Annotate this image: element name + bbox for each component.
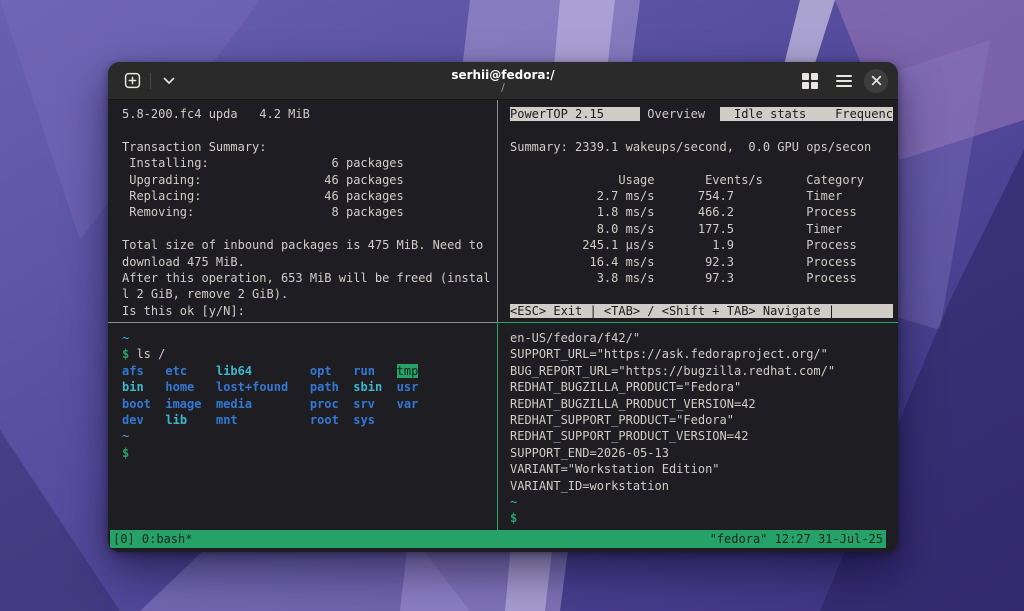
terminal-line: download 475 MiB. [122, 254, 498, 270]
terminal-line: REDHAT_SUPPORT_PRODUCT_VERSION=42 [510, 428, 893, 444]
terminal-window: serhii@fedora:/ / 5.8-200.fc4 upda 4.2 M… [108, 62, 898, 552]
terminal-line: Total size of inbound packages is 475 Mi… [122, 237, 498, 253]
terminal-line: 1.8 ms/s 466.2 Process [510, 204, 893, 220]
terminal-line: 245.1 µs/s 1.9 Process [510, 237, 893, 253]
terminal-line: $ [510, 510, 893, 526]
terminal-line [122, 221, 498, 237]
terminal-line: Replacing: 46 packages [122, 188, 498, 204]
terminal-line: VARIANT_ID=workstation [510, 478, 893, 494]
terminal-line: boot image media proc srv var [122, 396, 498, 412]
chevron-down-icon [163, 77, 175, 85]
terminal-line: Upgrading: 46 packages [122, 172, 498, 188]
terminal-line: Usage Events/s Category [510, 172, 893, 188]
tmux-status-bar: [0] 0:bash* "fedora" 12:27 31-Jul-25 [110, 530, 886, 548]
terminal-line: $ ls / [122, 346, 498, 362]
pane-ls-root[interactable]: ~$ ls /afs etc lib64 opt run tmpbin home… [122, 330, 498, 528]
pane-powertop[interactable]: PowerTOP 2.15 Overview Idle stats Freque… [510, 106, 893, 322]
tab-list-button[interactable] [155, 67, 183, 95]
terminal-line: Is this ok [y/N]: [122, 303, 498, 319]
hamburger-icon [836, 75, 852, 87]
terminal-line: en-US/fedora/f42/" [510, 330, 893, 346]
new-tab-button[interactable] [118, 67, 146, 95]
terminal-line: l 2 GiB, remove 2 GiB). [122, 286, 498, 302]
terminal-line: BUG_REPORT_URL="https://bugzilla.redhat.… [510, 363, 893, 379]
terminal-line [510, 286, 893, 302]
terminal-line: <ESC> Exit | <TAB> / <Shift + TAB> Navig… [510, 303, 893, 319]
terminal-line: Removing: 8 packages [122, 204, 498, 220]
terminal-line [122, 122, 498, 138]
terminal-line: ~ [510, 494, 893, 510]
terminal-line: ~ [122, 330, 498, 346]
pane-divider-vertical-inactive[interactable] [497, 100, 498, 322]
terminal-line: afs etc lib64 opt run tmp [122, 363, 498, 379]
pane-os-release[interactable]: en-US/fedora/f42/"SUPPORT_URL="https://a… [510, 330, 893, 528]
titlebar: serhii@fedora:/ / [108, 62, 898, 100]
tab-overview-button[interactable] [796, 67, 824, 95]
status-area: [0] 0:bash* "fedora" 12:27 31-Jul-25 [108, 530, 898, 552]
terminal-line: Transaction Summary: [122, 139, 498, 155]
pane-dnf-transaction[interactable]: 5.8-200.fc4 upda 4.2 MiB Transaction Summ… [122, 106, 498, 322]
plus-square-icon [124, 72, 141, 89]
terminal-line: REDHAT_SUPPORT_PRODUCT="Fedora" [510, 412, 893, 428]
tmux-status-right: "fedora" 12:27 31-Jul-25 [710, 530, 883, 548]
close-button[interactable] [864, 69, 888, 93]
terminal-line [510, 122, 893, 138]
terminal-line: $ [122, 445, 498, 461]
terminal-line: 16.4 ms/s 92.3 Process [510, 254, 893, 270]
tmux-window-list[interactable]: [0] 0:bash* [113, 530, 192, 548]
terminal-line: After this operation, 653 MiB will be fr… [122, 270, 498, 286]
titlebar-separator [150, 73, 151, 89]
close-x-icon [871, 75, 882, 86]
terminal-line: 5.8-200.fc4 upda 4.2 MiB [122, 106, 498, 122]
terminal-line: dev lib mnt root sys [122, 412, 498, 428]
pane-divider-horizontal-active[interactable] [498, 322, 898, 323]
grid-icon [802, 73, 818, 89]
window-title: serhii@fedora:/ [451, 68, 554, 82]
window-title-block: serhii@fedora:/ / [108, 62, 898, 99]
terminal-content: 5.8-200.fc4 upda 4.2 MiB Transaction Summ… [108, 100, 898, 530]
pane-divider-vertical-active[interactable] [497, 322, 498, 530]
window-subtitle: / [501, 82, 505, 94]
main-menu-button[interactable] [830, 67, 858, 95]
terminal-line: 8.0 ms/s 177.5 Timer [510, 221, 893, 237]
terminal-line: VARIANT="Workstation Edition" [510, 461, 893, 477]
terminal-line: 3.8 ms/s 97.3 Process [510, 270, 893, 286]
pane-divider-horizontal-inactive[interactable] [108, 322, 497, 323]
terminal-line: Installing: 6 packages [122, 155, 498, 171]
terminal-line: REDHAT_BUGZILLA_PRODUCT="Fedora" [510, 379, 893, 395]
terminal-line: SUPPORT_END=2026-05-13 [510, 445, 893, 461]
terminal-line: PowerTOP 2.15 Overview Idle stats Freque… [510, 106, 893, 122]
terminal-line: ~ [122, 428, 498, 444]
terminal-line: REDHAT_BUGZILLA_PRODUCT_VERSION=42 [510, 396, 893, 412]
terminal-line: 2.7 ms/s 754.7 Timer [510, 188, 893, 204]
terminal-line: Summary: 2339.1 wakeups/second, 0.0 GPU … [510, 139, 893, 155]
terminal-line: bin home lost+found path sbin usr [122, 379, 498, 395]
terminal-line: SUPPORT_URL="https://ask.fedoraproject.o… [510, 346, 893, 362]
terminal-line [510, 155, 893, 171]
